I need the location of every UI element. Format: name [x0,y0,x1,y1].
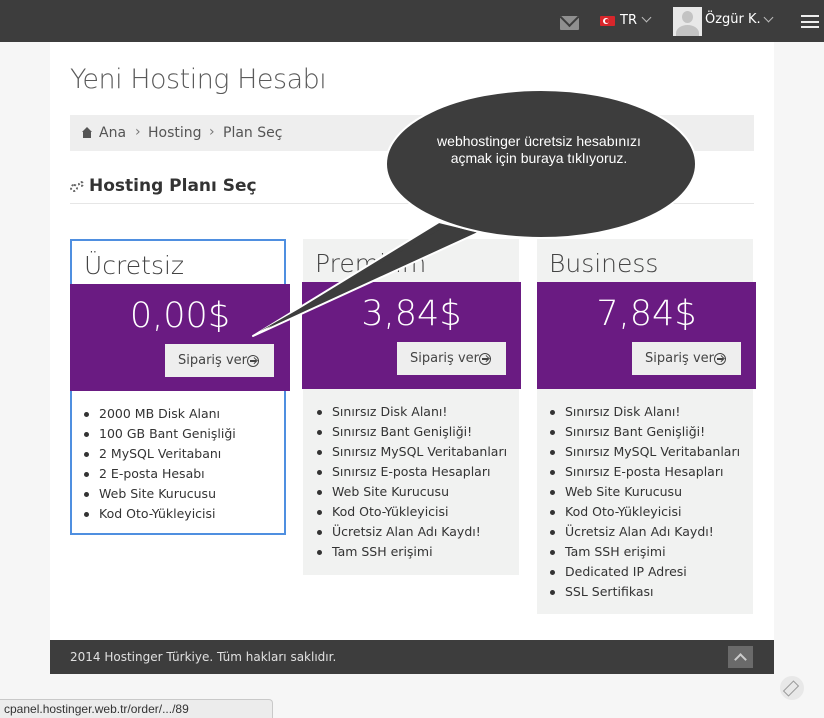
list-item: 2 E-posta Hesabı [84,464,236,484]
order-button-business[interactable]: Sipariş ver [632,342,741,375]
list-item: Sınırsız Disk Alanı! [549,402,740,422]
list-item: Ücretsiz Alan Adı Kaydı! [316,522,507,542]
list-item: Sınırsız Bant Genişliği! [549,422,740,442]
price-band: 0,00$ Sipariş ver [70,284,290,391]
breadcrumb-item-plan-sec: Plan Seç [223,125,283,141]
arrow-circle-right-icon [714,353,726,365]
home-icon[interactable] [81,127,93,138]
scroll-to-top-button[interactable] [728,646,753,668]
plan-price: 3,84$ [361,294,462,334]
language-selector[interactable]: TR [620,13,637,28]
plan-card-business: Business 7,84$ Sipariş ver Sınırsız Disk… [537,239,756,614]
order-button-label: Sipariş ver [645,351,714,366]
plan-name: Premium [315,249,427,278]
feature-list: Sınırsız Disk Alanı! Sınırsız Bant Geniş… [316,402,507,562]
arrow-circle-right-icon [247,355,259,367]
list-item: Sınırsız E-posta Hesapları [316,462,507,482]
list-item: 2 MySQL Veritabanı [84,444,236,464]
breadcrumb: Ana › Hosting › Plan Seç [70,115,754,151]
order-button-premium[interactable]: Sipariş ver [397,342,506,375]
plan-price: 0,00$ [129,296,231,336]
chevron-down-icon[interactable] [641,12,652,23]
cogs-icon [70,181,84,193]
list-item: Sınırsız E-posta Hesapları [549,462,740,482]
list-item: Dedicated IP Adresi [549,562,740,582]
chevron-down-icon[interactable] [763,12,774,23]
callout-text: webhostinger ücretsiz hesabınızı açmak i… [437,133,641,166]
plan-card-free: Ücretsiz 0,00$ Sipariş ver 2000 MB Disk … [70,239,290,535]
feature-list: Sınırsız Disk Alanı! Sınırsız Bant Geniş… [549,402,740,602]
avatar-icon[interactable] [673,7,702,36]
list-item: Web Site Kurucusu [84,484,236,504]
main-panel: Yeni Hosting Hesabı Ana › Hosting › Plan… [50,42,774,640]
list-item: Web Site Kurucusu [316,482,507,502]
list-item: Ücretsiz Alan Adı Kaydı! [549,522,740,542]
list-item: Sınırsız Bant Genişliği! [316,422,507,442]
hamburger-menu-icon[interactable] [801,15,819,28]
order-button-free[interactable]: Sipariş ver [165,344,274,377]
breadcrumb-separator: › [135,124,141,140]
plan-name: Business [549,249,659,278]
plan-card-premium: Premium 3,84$ Sipariş ver Sınırsız Disk … [302,239,521,575]
order-button-label: Sipariş ver [410,351,479,366]
divider [70,203,754,204]
plan-name: Ücretsiz [84,251,185,280]
list-item: Tam SSH erişimi [316,542,507,562]
pencil-icon[interactable] [780,676,804,700]
flag-tr-icon[interactable] [600,16,615,26]
arrow-circle-right-icon [479,353,491,365]
list-item: Tam SSH erişimi [549,542,740,562]
breadcrumb-item-hosting[interactable]: Hosting [148,125,202,141]
list-item: 2000 MB Disk Alanı [84,404,236,424]
user-menu[interactable]: Özgür K. [705,12,761,27]
footer-copyright: 2014 Hostinger Türkiye. Tüm hakları sakl… [70,650,337,664]
order-button-label: Sipariş ver [178,353,247,368]
list-item: Web Site Kurucusu [549,482,740,502]
breadcrumb-item-home[interactable]: Ana [99,125,126,141]
list-item: Sınırsız MySQL Veritabanları [316,442,507,462]
feature-list: 2000 MB Disk Alanı 100 GB Bant Genişliği… [84,404,236,524]
list-item: SSL Sertifikası [549,582,740,602]
list-item: Kod Oto-Yükleyicisi [549,502,740,522]
mail-icon[interactable] [560,16,579,30]
footer: 2014 Hostinger Türkiye. Tüm hakları sakl… [50,640,774,674]
plan-price: 7,84$ [596,294,697,334]
top-navbar: TR Özgür K. [0,0,824,42]
list-item: 100 GB Bant Genişliği [84,424,236,444]
price-band: 3,84$ Sipariş ver [302,282,521,389]
list-item: Sınırsız Disk Alanı! [316,402,507,422]
page-title: Yeni Hosting Hesabı [70,64,327,95]
section-title: Hosting Planı Seç [89,176,257,196]
browser-status-bar: cpanel.hostinger.web.tr/order/.../89 [0,699,273,718]
breadcrumb-separator: › [209,124,215,140]
list-item: Kod Oto-Yükleyicisi [84,504,236,524]
list-item: Sınırsız MySQL Veritabanları [549,442,740,462]
list-item: Kod Oto-Yükleyicisi [316,502,507,522]
price-band: 7,84$ Sipariş ver [537,282,756,389]
